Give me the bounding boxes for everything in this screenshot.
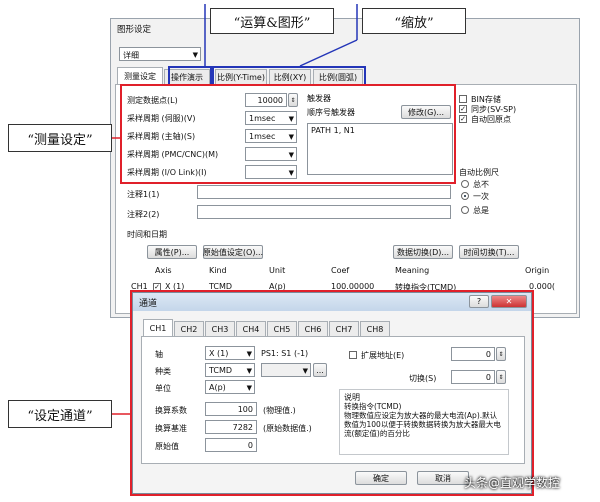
tab-measure[interactable]: 测量设定 [117, 67, 163, 84]
tab-ch1[interactable]: CH1 [143, 319, 173, 336]
watermark: 头条@直观学数控 [464, 476, 561, 490]
highlight-channel-dialog [130, 290, 534, 496]
line-zoom-diag [299, 39, 358, 67]
